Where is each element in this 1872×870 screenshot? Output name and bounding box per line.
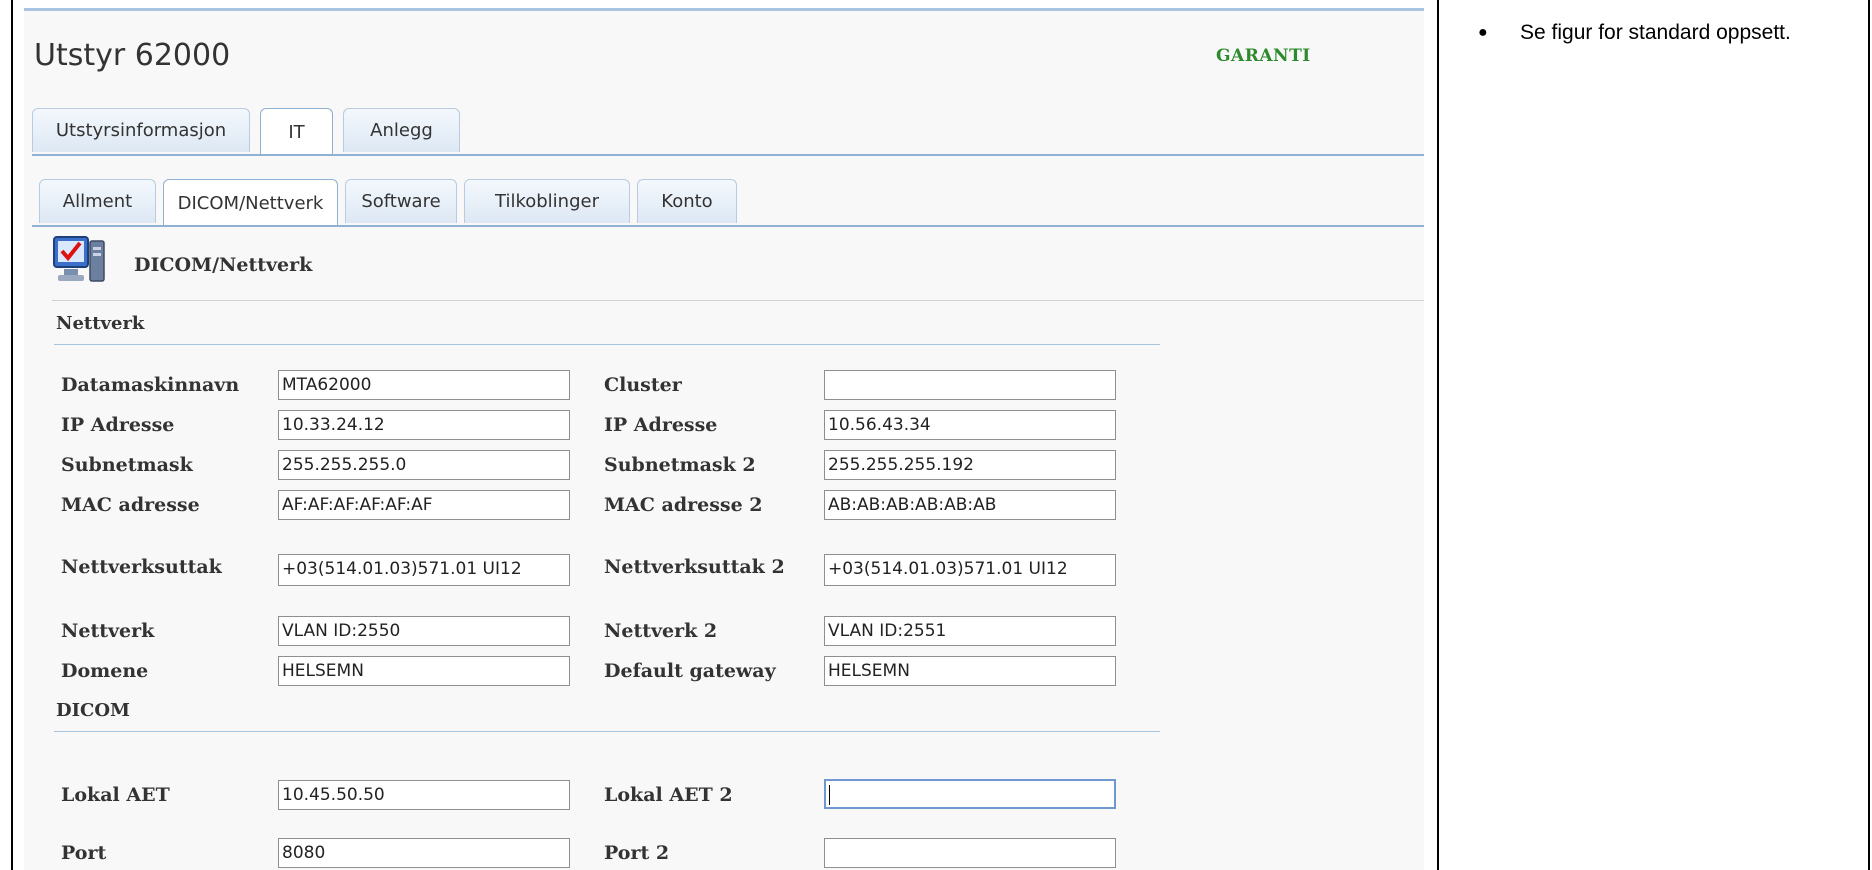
tab-it[interactable]: IT: [260, 108, 333, 155]
main-tab-underline: [32, 154, 1424, 156]
document-table-border: [1868, 0, 1870, 870]
mac-adresse-field[interactable]: AF:AF:AF:AF:AF:AF: [278, 490, 570, 520]
ip-adresse-field[interactable]: 10.33.24.12: [278, 410, 570, 440]
datamaskinnavn-field[interactable]: MTA62000: [278, 370, 570, 400]
document-table-divider: [1437, 0, 1439, 870]
domene-field[interactable]: HELSEMN: [278, 656, 570, 686]
group-divider: [54, 344, 1160, 345]
bullet-icon: ●: [1478, 24, 1488, 41]
main-tab-bar: Utstyrsinformasjon IT Anlegg: [32, 108, 1424, 155]
cluster-field[interactable]: [824, 370, 1116, 400]
label-ip-adresse-2: IP Adresse: [604, 414, 718, 436]
tab-tilkoblinger[interactable]: Tilkoblinger: [464, 179, 630, 223]
label-port-2: Port 2: [604, 842, 670, 864]
document-table-border: [11, 0, 13, 870]
ip-adresse-2-field[interactable]: 10.56.43.34: [824, 410, 1116, 440]
subnetmask-field[interactable]: 255.255.255.0: [278, 450, 570, 480]
label-nettverk: Nettverk: [61, 620, 155, 642]
label-datamaskinnavn: Datamaskinnavn: [61, 374, 240, 396]
label-lokal-aet-2: Lokal AET 2: [604, 784, 733, 806]
section-heading: DICOM/Nettverk: [134, 254, 313, 276]
page-title: Utstyr 62000: [34, 38, 231, 73]
lokal-aet-2-field[interactable]: [824, 779, 1116, 809]
tab-konto[interactable]: Konto: [637, 179, 737, 223]
label-ip-adresse: IP Adresse: [61, 414, 175, 436]
nettverk-field[interactable]: VLAN ID:2550: [278, 616, 570, 646]
sub-tab-underline: [32, 225, 1424, 227]
tab-anlegg[interactable]: Anlegg: [343, 108, 460, 152]
group-label-dicom: DICOM: [56, 700, 130, 721]
label-default-gateway: Default gateway: [604, 660, 776, 682]
group-divider: [54, 731, 1160, 732]
tab-allment[interactable]: Allment: [39, 179, 156, 223]
label-mac-adresse-2: MAC adresse 2: [604, 494, 763, 516]
nettverk-2-field[interactable]: VLAN ID:2551: [824, 616, 1116, 646]
subnetmask-2-field[interactable]: 255.255.255.192: [824, 450, 1116, 480]
label-nettverk-2: Nettverk 2: [604, 620, 718, 642]
sub-tab-bar: Allment DICOM/Nettverk Software Tilkobli…: [32, 179, 1424, 226]
label-nettverksuttak: Nettverksuttak: [61, 556, 222, 578]
label-subnetmask: Subnetmask: [61, 454, 193, 476]
nettverksuttak-field[interactable]: +03(514.01.03)571.01 UI12: [278, 554, 570, 586]
label-cluster: Cluster: [604, 374, 682, 396]
side-note: ● Se figur for standard oppsett.: [1478, 18, 1838, 47]
nettverksuttak-2-field[interactable]: +03(514.01.03)571.01 UI12: [824, 554, 1116, 586]
tab-software[interactable]: Software: [345, 179, 457, 223]
label-lokal-aet: Lokal AET: [61, 784, 170, 806]
port-2-field[interactable]: [824, 838, 1116, 868]
label-port: Port: [61, 842, 107, 864]
tab-dicom-nettverk[interactable]: DICOM/Nettverk: [163, 179, 338, 226]
computer-check-icon: [53, 236, 105, 282]
side-note-text: Se figur for standard oppsett.: [1520, 21, 1791, 44]
label-mac-adresse: MAC adresse: [61, 494, 200, 516]
panel-top-border: [24, 8, 1424, 11]
label-subnetmask-2: Subnetmask 2: [604, 454, 756, 476]
label-domene: Domene: [61, 660, 149, 682]
group-label-nettverk: Nettverk: [56, 313, 145, 334]
mac-adresse-2-field[interactable]: AB:AB:AB:AB:AB:AB: [824, 490, 1116, 520]
tab-utstyrsinformasjon[interactable]: Utstyrsinformasjon: [32, 108, 250, 152]
status-badge: GARANTI: [1216, 46, 1311, 66]
port-field[interactable]: 8080: [278, 838, 570, 868]
default-gateway-field[interactable]: HELSEMN: [824, 656, 1116, 686]
heading-divider: [52, 300, 1424, 301]
equipment-panel: Utstyr 62000 GARANTI Utstyrsinformasjon …: [24, 8, 1424, 870]
lokal-aet-field[interactable]: 10.45.50.50: [278, 780, 570, 810]
text-caret: [829, 785, 830, 805]
label-nettverksuttak-2: Nettverksuttak 2: [604, 556, 785, 578]
